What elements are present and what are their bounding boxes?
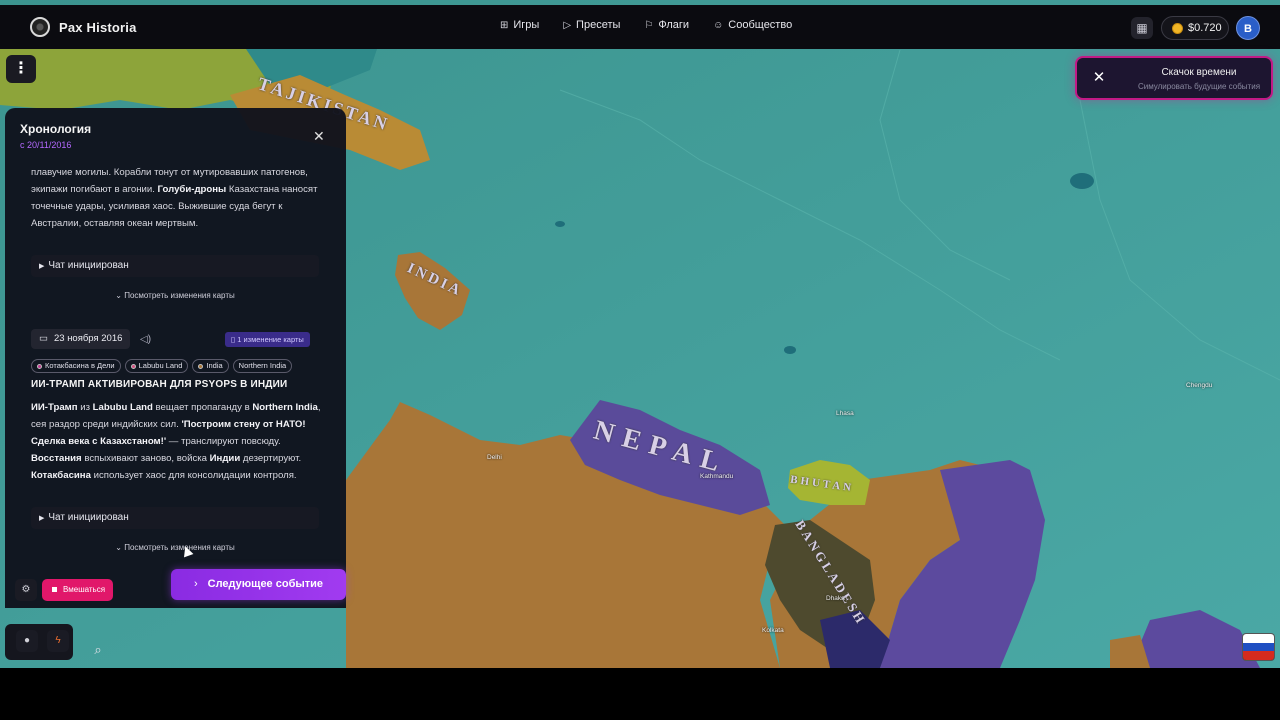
bottom-black-bar: [0, 668, 1280, 720]
city-kathmandu[interactable]: Kathmandu: [700, 473, 733, 480]
event-2-bold-5: Восстания: [31, 453, 82, 464]
event-2-bold-6: Индии: [209, 453, 241, 464]
lightning-icon[interactable]: ϟ: [47, 630, 69, 652]
more-menu-button[interactable]: ⋮: [6, 55, 36, 83]
map-changes-label: Посмотреть изменения карты: [124, 291, 235, 300]
settings-gear-icon[interactable]: ⚙: [15, 579, 37, 601]
tag-india[interactable]: India: [192, 359, 229, 373]
stop-icon: [52, 587, 57, 593]
event-2-body: ИИ-Трамп из Labubu Land вещает пропаганд…: [31, 399, 331, 484]
chevron-right-icon: ›: [193, 578, 198, 590]
nav-games-label: Игры: [513, 19, 540, 31]
nav-games[interactable]: ⊞ Игры: [500, 19, 539, 31]
timeline-panel: Хронология с 20/11/2016 ✕ плавучие могил…: [5, 108, 346, 608]
chat-icon[interactable]: ●: [16, 630, 38, 652]
chevron-down-icon: ⌄: [115, 291, 125, 300]
city-lhasa[interactable]: Lhasa: [836, 410, 854, 417]
event-1-text: плавучие могилы. Корабли тонут от мутиро…: [31, 164, 331, 232]
tag-dot: [130, 363, 136, 369]
tag-dot: [37, 363, 42, 369]
map-change-badge-text: 1 изменение карты: [237, 335, 304, 344]
nav-flags-label: Флаги: [658, 19, 690, 31]
view-map-changes-1[interactable]: ⌄ Посмотреть изменения карты: [31, 291, 319, 300]
event-2-bold-7: Котакбасина: [31, 470, 91, 481]
nav-presets[interactable]: ▷ Пресеты: [563, 19, 620, 31]
nav-community[interactable]: ☺ Сообщество: [713, 19, 792, 31]
timeline-title: Хронология: [20, 122, 92, 136]
tag-label: Northern India: [238, 361, 287, 370]
tag-northern-india[interactable]: Northern India: [232, 359, 293, 373]
city-kolkata[interactable]: Kolkata: [762, 627, 784, 634]
event-2-text-5: вспыхивают заново, войска: [81, 453, 210, 464]
event-2-text-2: вещает пропаганду в: [152, 402, 253, 413]
city-chengdu[interactable]: Chengdu: [1186, 382, 1212, 389]
next-event-label: Следующее событие: [207, 578, 324, 590]
event-2-text-1: из: [77, 402, 93, 413]
event-2-headline: ИИ-ТРАМП АКТИВИРОВАН ДЛЯ PSYOPS В ИНДИИ: [31, 379, 288, 390]
nav-community-label: Сообщество: [728, 19, 793, 31]
event-2-tags: Котакбасина в Дели Labubu Land India Nor…: [31, 359, 293, 373]
coin-icon: [1172, 22, 1183, 34]
tag-label: Котакбасина в Дели: [45, 361, 115, 370]
calendar-icon: ▭: [39, 333, 48, 344]
view-map-changes-2[interactable]: ⌄ Посмотреть изменения карты: [31, 543, 319, 552]
gamepad-icon: ⊞: [500, 19, 509, 31]
time-jump-close-icon[interactable]: ✕: [1089, 68, 1109, 88]
event-2-bold-3: Northern India: [252, 402, 318, 413]
chat-label: Чат инициирован: [48, 512, 129, 523]
time-jump-subtitle: Симулировать будущие события: [1137, 82, 1261, 91]
speaker-icon[interactable]: ◁): [140, 334, 151, 345]
triangle-right-icon: ▶: [39, 515, 45, 522]
tag-label: India: [206, 361, 223, 370]
nav-presets-label: Пресеты: [576, 19, 621, 31]
event-2-bold-2: Labubu Land: [92, 402, 153, 413]
users-icon: ☺: [713, 19, 724, 31]
event-2-text-7: использует хаос для консолидации контрол…: [90, 470, 297, 481]
app-root: TAJIKISTAN INDIA NEPAL BHUTAN BANGLADESH…: [0, 0, 1280, 720]
main-nav: ⊞ Игры ▷ Пресеты ⚐ Флаги ☺ Сообщество: [500, 19, 792, 31]
event-2-date-text: 23 ноября 2016: [53, 333, 123, 344]
brand-logo-icon: [30, 17, 50, 37]
brand-name: Pax Historia: [59, 19, 137, 35]
nav-flags[interactable]: ⚐ Флаги: [644, 19, 689, 31]
brand[interactable]: Pax Historia: [30, 17, 137, 37]
event-2-text-4: — транслируют повсюду.: [166, 436, 281, 447]
event-1-bold-a: Голуби-дроны: [157, 184, 227, 195]
event-2-bold-1: ИИ-Трамп: [31, 402, 78, 413]
gift-icon[interactable]: ▦: [1131, 17, 1153, 39]
time-jump-title: Скачок времени: [1161, 67, 1237, 78]
map-change-badge[interactable]: ▯ 1 изменение карты: [225, 332, 310, 347]
tag-label: Labubu Land: [138, 361, 183, 370]
city-delhi[interactable]: Delhi: [487, 454, 502, 461]
event-1-body: плавучие могилы. Корабли тонут от мутиро…: [31, 164, 331, 232]
event-2-text-6: дезертируют.: [240, 453, 302, 464]
time-jump-panel[interactable]: ✕ Скачок времени Симулировать будущие со…: [1075, 56, 1273, 100]
chat-initiated-row-2[interactable]: ▶ Чат инициирован: [31, 507, 319, 529]
event-2-text: ИИ-Трамп из Labubu Land вещает пропаганд…: [31, 399, 331, 484]
city-dhaka[interactable]: Dhaka: [826, 595, 845, 602]
play-icon: ▷: [563, 19, 572, 31]
balance-value: $0.720: [1188, 22, 1222, 34]
chevron-down-icon: ⌄: [115, 543, 125, 552]
tag-dot: [198, 363, 204, 369]
balance-badge[interactable]: $0.720: [1161, 16, 1229, 40]
next-event-button[interactable]: › Следующее событие: [171, 569, 346, 600]
tag-kotakbasina[interactable]: Котакбасина в Дели: [31, 359, 121, 373]
flag-icon: ⚐: [644, 19, 654, 31]
tag-labubu[interactable]: Labubu Land: [124, 359, 189, 373]
chat-label: Чат инициирован: [48, 260, 129, 271]
top-bar: Pax Historia ⊞ Игры ▷ Пресеты ⚐ Флаги ☺ Сооб…: [0, 5, 1280, 49]
timeline-since: с 20/11/2016: [20, 140, 72, 150]
avatar[interactable]: B: [1236, 16, 1260, 40]
search-icon[interactable]: ⌕: [86, 638, 110, 662]
timeline-close-icon[interactable]: ✕: [313, 128, 325, 145]
chat-initiated-row-1[interactable]: ▶ Чат инициирован: [31, 255, 319, 277]
event-2-date: ▭ 23 ноября 2016: [31, 329, 131, 349]
triangle-right-icon: ▶: [39, 263, 45, 270]
russia-flag-icon[interactable]: [1242, 633, 1275, 661]
intervene-label: Вмешаться: [63, 585, 106, 594]
intervene-button[interactable]: Вмешаться: [42, 579, 113, 601]
